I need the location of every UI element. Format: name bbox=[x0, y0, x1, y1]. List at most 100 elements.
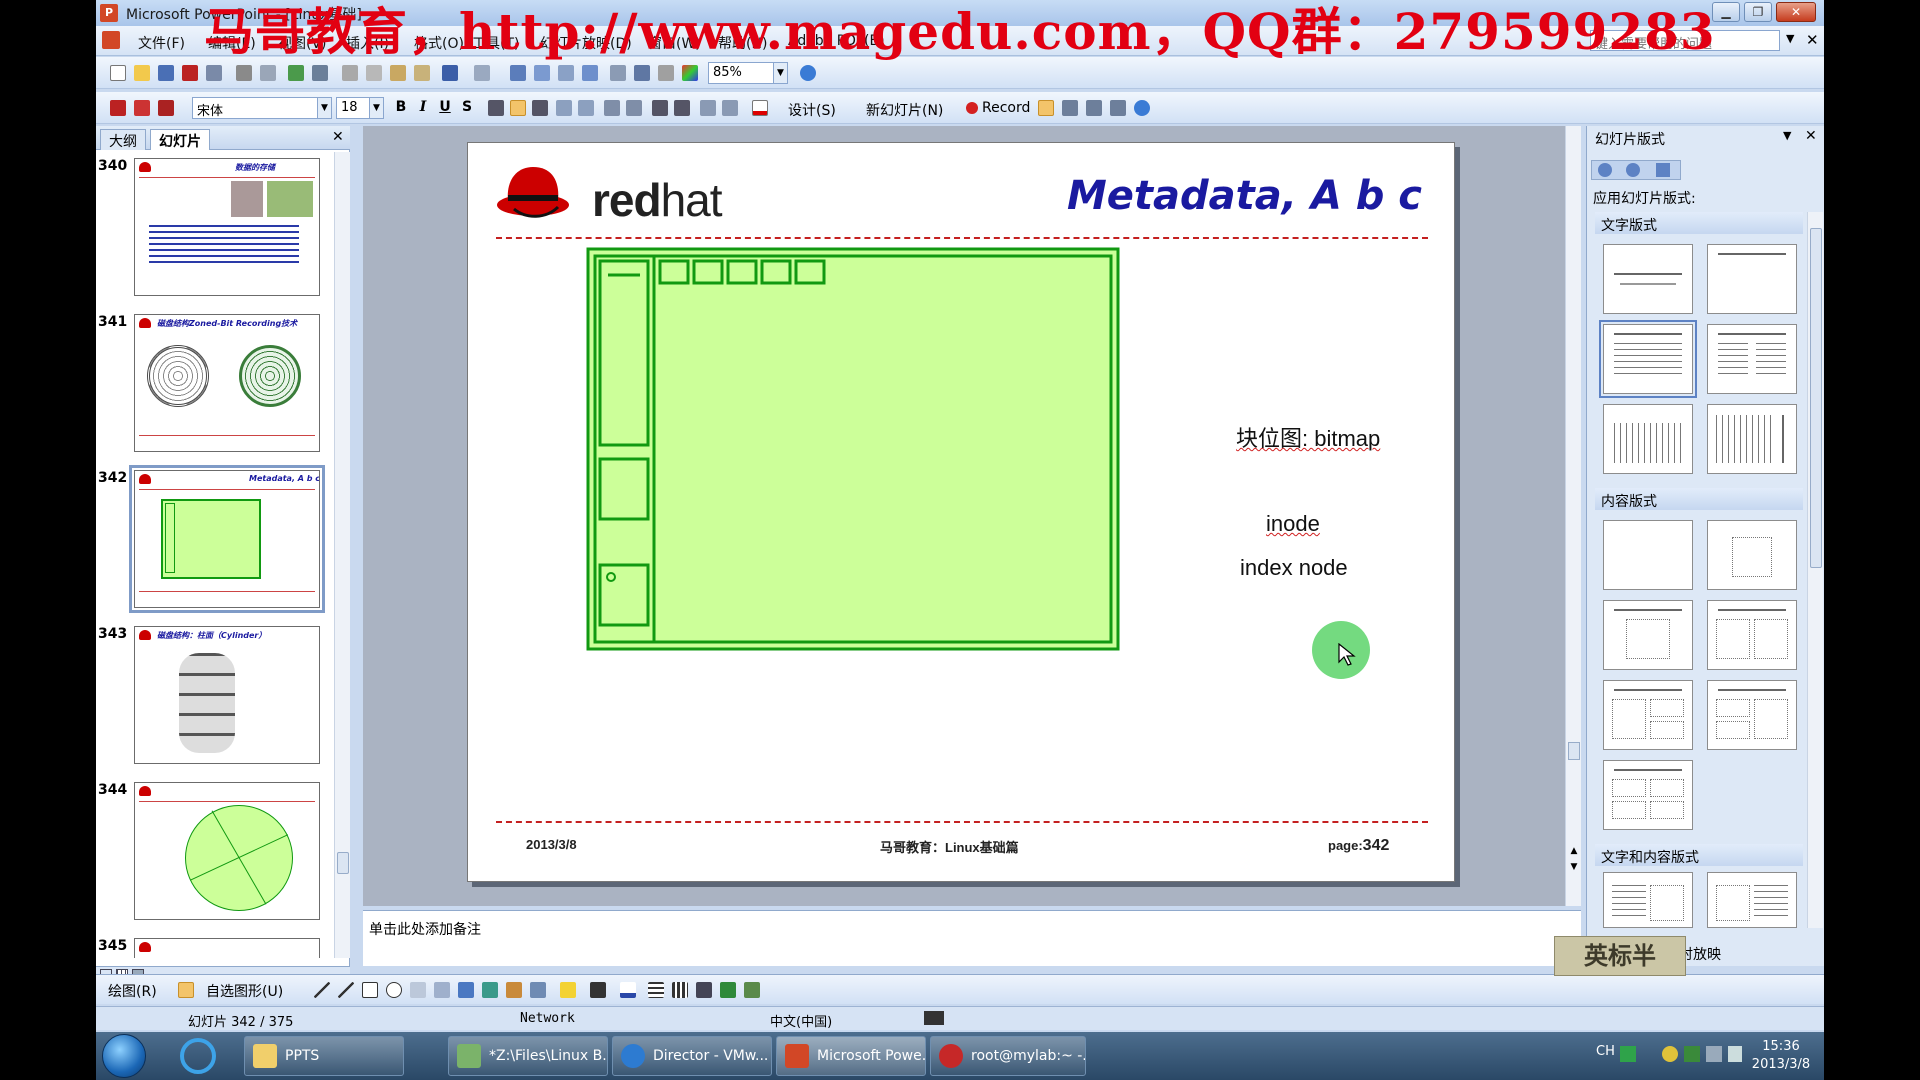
3d-style-icon[interactable] bbox=[744, 982, 760, 998]
bullets-icon[interactable] bbox=[626, 100, 642, 116]
arrow-icon[interactable] bbox=[338, 982, 354, 998]
save-icon[interactable] bbox=[158, 65, 174, 81]
taskbar-editor[interactable]: *Z:\Files\Linux B... bbox=[448, 1036, 608, 1076]
record-icon[interactable] bbox=[966, 102, 978, 114]
autoshapes-button[interactable]: 自选图形(U) bbox=[206, 981, 283, 1001]
shadow-style-icon[interactable] bbox=[720, 982, 736, 998]
task-pane-scrollbar[interactable] bbox=[1807, 212, 1823, 928]
thumbnails-scrollbar[interactable] bbox=[334, 152, 350, 958]
textbox-icon[interactable] bbox=[410, 982, 426, 998]
previous-slide-icon[interactable]: ▲ bbox=[1568, 846, 1580, 860]
document-icon[interactable] bbox=[102, 31, 120, 49]
diagram-icon[interactable] bbox=[482, 982, 498, 998]
new-icon[interactable] bbox=[110, 65, 126, 81]
taskbar-folder-ppts[interactable]: PPTS bbox=[244, 1036, 404, 1076]
slide-thumbnail-342[interactable]: Metadata, A b c bbox=[129, 465, 325, 613]
pdf-email-icon[interactable] bbox=[134, 100, 150, 116]
align-left-icon[interactable] bbox=[488, 100, 504, 116]
print-preview-icon[interactable] bbox=[260, 65, 276, 81]
back-icon[interactable] bbox=[1598, 163, 1612, 177]
spelling-icon[interactable] bbox=[288, 65, 304, 81]
slide-thumbnail-341[interactable]: 磁盘结构Zoned-Bit Recording技术 bbox=[134, 314, 320, 452]
record-help-icon[interactable] bbox=[1134, 100, 1150, 116]
new-slide-button[interactable]: 新幻灯片(N) bbox=[866, 100, 943, 120]
open-icon[interactable] bbox=[134, 65, 150, 81]
increase-font-icon[interactable] bbox=[652, 100, 668, 116]
layout-title-text[interactable] bbox=[1599, 320, 1697, 398]
font-color-icon[interactable] bbox=[752, 100, 768, 116]
font-name-select[interactable]: 宋体 ▼ bbox=[192, 97, 332, 119]
volume-icon[interactable] bbox=[1728, 1046, 1742, 1062]
index-node-label[interactable]: index node bbox=[1240, 555, 1348, 581]
italic-button[interactable]: I bbox=[414, 99, 432, 115]
shadow-button[interactable]: S bbox=[458, 99, 476, 115]
pdf-icon[interactable] bbox=[182, 65, 198, 81]
increase-indent-icon[interactable] bbox=[722, 100, 738, 116]
tables-borders-icon[interactable] bbox=[558, 65, 574, 81]
line-icon[interactable] bbox=[314, 982, 330, 998]
slide-thumbnail-343[interactable]: 磁盘结构：柱面（Cylinder） bbox=[134, 626, 320, 764]
scroll-thumb[interactable] bbox=[337, 852, 349, 874]
record-publish-icon[interactable] bbox=[1110, 100, 1126, 116]
line-color-icon[interactable] bbox=[590, 982, 606, 998]
decrease-font-icon[interactable] bbox=[674, 100, 690, 116]
redo-icon[interactable] bbox=[474, 65, 490, 81]
ime-indicator[interactable]: CH bbox=[1596, 1044, 1615, 1059]
next-slide-icon[interactable]: ▼ bbox=[1568, 862, 1580, 876]
layout-title-content-text[interactable] bbox=[1707, 872, 1797, 928]
taskbar-terminal[interactable]: root@mylab:~ -... bbox=[930, 1036, 1086, 1076]
layout-title-two-content-one[interactable] bbox=[1707, 680, 1797, 750]
task-pane-close-icon[interactable]: ✕ bbox=[1805, 128, 1817, 144]
clock[interactable]: 15:36 2013/3/8 bbox=[1746, 1038, 1816, 1074]
zoom-select[interactable]: 85% ▼ bbox=[708, 62, 788, 84]
network-icon[interactable] bbox=[1706, 1046, 1722, 1062]
undo-icon[interactable] bbox=[442, 65, 458, 81]
select-objects-icon[interactable] bbox=[178, 982, 194, 998]
format-painter-icon[interactable] bbox=[414, 65, 430, 81]
tray-security-icon[interactable] bbox=[1684, 1046, 1700, 1062]
scroll-thumb[interactable] bbox=[1810, 228, 1822, 568]
notes-pane[interactable]: 单击此处添加备注 bbox=[363, 910, 1581, 966]
close-pane-icon[interactable]: ✕ bbox=[332, 129, 344, 145]
design-button[interactable]: 设计(S) bbox=[788, 100, 836, 120]
scroll-thumb[interactable] bbox=[1568, 742, 1580, 760]
pdf-create-icon[interactable] bbox=[110, 100, 126, 116]
layout-two-column-text[interactable] bbox=[1707, 324, 1797, 394]
show-grid-icon[interactable] bbox=[658, 65, 674, 81]
slide-thumbnail-340[interactable]: 数据的存储 bbox=[134, 158, 320, 296]
cut-icon[interactable] bbox=[342, 65, 358, 81]
close-document-icon[interactable]: ✕ bbox=[1806, 31, 1819, 49]
inode-label[interactable]: inode bbox=[1266, 511, 1320, 537]
layout-title-two-content[interactable] bbox=[1707, 600, 1797, 670]
decrease-indent-icon[interactable] bbox=[700, 100, 716, 116]
numbering-icon[interactable] bbox=[604, 100, 620, 116]
close-window-button[interactable]: ✕ bbox=[1776, 2, 1816, 22]
filesystem-diagram[interactable] bbox=[586, 247, 1122, 653]
arrow-style-icon[interactable] bbox=[696, 982, 712, 998]
layout-title-text-content[interactable] bbox=[1603, 872, 1693, 928]
layout-vertical-text[interactable] bbox=[1603, 404, 1693, 474]
record-settings-icon[interactable] bbox=[1038, 100, 1054, 116]
task-pane-menu-icon[interactable]: ▼ bbox=[1783, 129, 1791, 142]
chevron-down-icon[interactable]: ▼ bbox=[317, 98, 331, 118]
columns-icon[interactable] bbox=[578, 100, 594, 116]
distribute-icon[interactable] bbox=[556, 100, 572, 116]
dash-style-icon[interactable] bbox=[672, 982, 688, 998]
bold-button[interactable]: B bbox=[392, 99, 410, 115]
align-center-icon[interactable] bbox=[510, 100, 526, 116]
layout-title-slide[interactable] bbox=[1603, 244, 1693, 314]
oval-icon[interactable] bbox=[386, 982, 402, 998]
vertical-textbox-icon[interactable] bbox=[434, 982, 450, 998]
tab-slides[interactable]: 幻灯片 bbox=[150, 129, 210, 150]
show-formatting-icon[interactable] bbox=[634, 65, 650, 81]
insert-hyperlink-icon[interactable] bbox=[582, 65, 598, 81]
color-grayscale-icon[interactable] bbox=[682, 65, 698, 81]
internet-explorer-icon[interactable] bbox=[180, 1038, 216, 1074]
layout-content[interactable] bbox=[1707, 520, 1797, 590]
picture-icon[interactable] bbox=[530, 982, 546, 998]
home-icon[interactable] bbox=[1656, 163, 1670, 177]
layout-blank[interactable] bbox=[1603, 520, 1693, 590]
bitmap-label[interactable]: 块位图: bitmap bbox=[1236, 421, 1380, 453]
permission-icon[interactable] bbox=[206, 65, 222, 81]
record-button[interactable]: Record bbox=[982, 100, 1030, 116]
